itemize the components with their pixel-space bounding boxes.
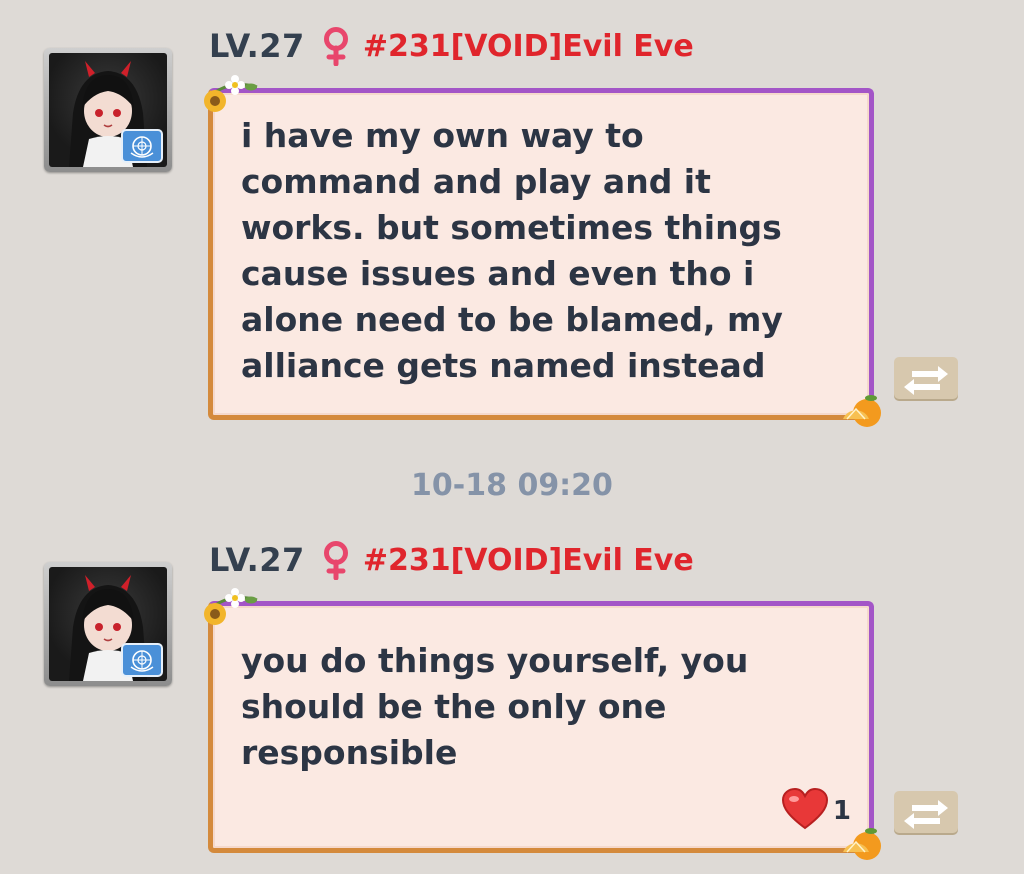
avatar[interactable] — [44, 562, 172, 686]
un-flag-icon — [121, 643, 163, 677]
reaction-count: 1 — [832, 796, 851, 826]
flower-decoration-icon — [199, 586, 263, 632]
message-bubble[interactable]: i have my own way to command and play an… — [204, 75, 881, 427]
timestamp: 10-18 09:20 — [411, 468, 613, 503]
un-flag-icon — [121, 129, 163, 163]
orange-decoration-icon — [839, 391, 885, 431]
avatar[interactable] — [44, 48, 172, 172]
message-bubble[interactable]: you do things yourself, you should be th… — [204, 588, 881, 860]
share-button[interactable] — [894, 357, 958, 399]
message-text: you do things yourself, you should be th… — [241, 641, 749, 772]
player-name[interactable]: #231[VOID]Evil Eve — [363, 543, 694, 578]
female-icon — [321, 26, 351, 66]
heart-icon — [781, 787, 829, 834]
level-label: LV.27 — [209, 27, 305, 65]
orange-decoration-icon — [839, 824, 885, 864]
share-button[interactable] — [894, 791, 958, 833]
message-header: LV.27 #231[VOID]Evil Eve — [209, 26, 694, 66]
level-label: LV.27 — [209, 541, 305, 579]
player-name[interactable]: #231[VOID]Evil Eve — [363, 29, 694, 64]
message-text: i have my own way to command and play an… — [241, 116, 783, 385]
female-icon — [321, 540, 351, 580]
message-header: LV.27 #231[VOID]Evil Eve — [209, 540, 694, 580]
